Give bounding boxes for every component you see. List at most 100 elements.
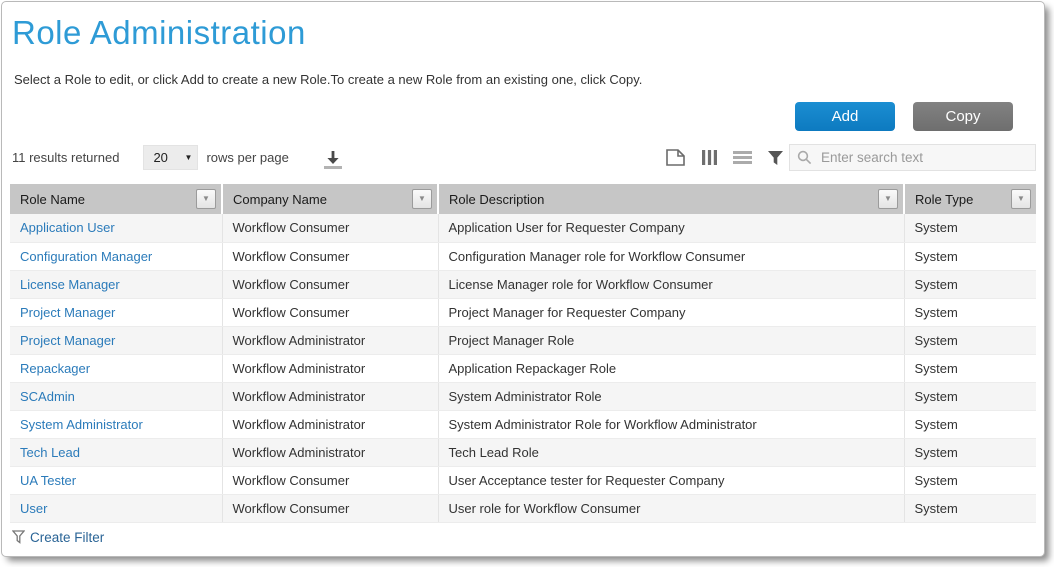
page-icon[interactable] <box>665 148 686 167</box>
column-header-label: Role Type <box>915 192 973 207</box>
role-name-link[interactable]: Configuration Manager <box>20 249 152 264</box>
cell-company-name: Workflow Administrator <box>222 410 438 438</box>
cell-role-type: System <box>904 354 1036 382</box>
table-row: Repackager Workflow AdministratorApplicat… <box>10 354 1036 382</box>
cell-role-description: System Administrator Role for Workflow A… <box>438 410 904 438</box>
column-menu-button[interactable]: ▼ <box>1011 189 1031 209</box>
column-header-company-name[interactable]: Company Name ▼ <box>222 184 438 214</box>
search-box <box>789 144 1036 171</box>
roles-table-header: Role Name ▼ Company Name ▼ Role Description ▼… <box>10 184 1036 214</box>
cell-company-name: Workflow Consumer <box>222 214 438 242</box>
cell-role-type: System <box>904 382 1036 410</box>
role-name-link[interactable]: Tech Lead <box>20 445 80 460</box>
results-count-text: 11 results returned <box>12 150 119 165</box>
table-row: Project ManagerWorkflow AdministratorPro… <box>10 326 1036 354</box>
roles-table: Role Name ▼ Company Name ▼ Role Description ▼… <box>10 184 1036 523</box>
cell-role-name: System Administrator <box>10 410 222 438</box>
cell-role-name: User <box>10 494 222 522</box>
rows-per-page-select[interactable]: 20 <box>143 145 198 170</box>
column-header-label: Role Name <box>20 192 85 207</box>
table-row: License Manager Workflow ConsumerLicense … <box>10 270 1036 298</box>
column-header-label: Role Description <box>449 192 544 207</box>
cell-role-name: SCAdmin <box>10 382 222 410</box>
table-row: Application User Workflow ConsumerApplica… <box>10 214 1036 242</box>
column-header-role-name[interactable]: Role Name ▼ <box>10 184 222 214</box>
cell-company-name: Workflow Administrator <box>222 354 438 382</box>
column-menu-button[interactable]: ▼ <box>196 189 216 209</box>
row-lines-icon[interactable] <box>733 150 752 165</box>
table-row: Tech Lead Workflow AdministratorTech Lead… <box>10 438 1036 466</box>
role-name-link[interactable]: User <box>20 501 47 516</box>
cell-role-description: System Administrator Role <box>438 382 904 410</box>
filter-funnel-icon[interactable] <box>767 150 784 166</box>
page-subtitle: Select a Role to edit, or click Add to c… <box>14 72 1044 87</box>
cell-role-name: Tech Lead <box>10 438 222 466</box>
table-row: UA Tester Workflow ConsumerUser Acceptanc… <box>10 466 1036 494</box>
cell-role-description: Application Repackager Role <box>438 354 904 382</box>
cell-role-description: Project Manager Role <box>438 326 904 354</box>
cell-role-description: User role for Workflow Consumer <box>438 494 904 522</box>
funnel-icon <box>12 530 25 544</box>
cell-role-name: Configuration Manager <box>10 242 222 270</box>
search-input[interactable] <box>789 144 1036 171</box>
role-name-link[interactable]: License Manager <box>20 277 120 292</box>
cell-role-type: System <box>904 214 1036 242</box>
cell-company-name: Workflow Administrator <box>222 382 438 410</box>
cell-company-name: Workflow Consumer <box>222 466 438 494</box>
action-buttons-row: Add Copy <box>2 102 1013 131</box>
cell-role-name: License Manager <box>10 270 222 298</box>
role-name-link[interactable]: Project Manager <box>20 333 115 348</box>
cell-company-name: Workflow Consumer <box>222 242 438 270</box>
role-name-link[interactable]: Repackager <box>20 361 90 376</box>
cell-role-name: Application User <box>10 214 222 242</box>
cell-role-description: Project Manager for Requester Company <box>438 298 904 326</box>
cell-role-name: Project Manager <box>10 298 222 326</box>
role-name-link[interactable]: UA Tester <box>20 473 76 488</box>
cell-role-name: Project Manager <box>10 326 222 354</box>
column-menu-button[interactable]: ▼ <box>412 189 432 209</box>
role-administration-page: Role Administration Select a Role to edi… <box>1 1 1045 557</box>
column-chooser-icon[interactable] <box>701 149 718 166</box>
cell-role-type: System <box>904 410 1036 438</box>
role-name-link[interactable]: System Administrator <box>20 417 143 432</box>
cell-role-type: System <box>904 494 1036 522</box>
cell-role-type: System <box>904 466 1036 494</box>
cell-role-description: Tech Lead Role <box>438 438 904 466</box>
table-row: User Workflow ConsumerUser role for Workf… <box>10 494 1036 522</box>
cell-role-type: System <box>904 326 1036 354</box>
cell-role-description: Configuration Manager role for Workflow … <box>438 242 904 270</box>
cell-company-name: Workflow Consumer <box>222 298 438 326</box>
cell-company-name: Workflow Consumer <box>222 270 438 298</box>
table-row: Configuration Manager Workflow ConsumerCo… <box>10 242 1036 270</box>
column-header-label: Company Name <box>233 192 327 207</box>
cell-company-name: Workflow Consumer <box>222 494 438 522</box>
role-name-link[interactable]: Application User <box>20 220 115 235</box>
copy-button[interactable]: Copy <box>913 102 1013 131</box>
role-name-link[interactable]: Project Manager <box>20 305 115 320</box>
create-filter-row: Create Filter <box>12 530 1044 545</box>
cell-role-type: System <box>904 270 1036 298</box>
table-row: Project Manager Workflow ConsumerProject … <box>10 298 1036 326</box>
cell-role-name: UA Tester <box>10 466 222 494</box>
cell-role-type: System <box>904 298 1036 326</box>
grid-view-icons <box>665 148 784 167</box>
cell-company-name: Workflow Administrator <box>222 438 438 466</box>
cell-role-type: System <box>904 438 1036 466</box>
create-filter-link[interactable]: Create Filter <box>30 530 104 545</box>
table-row: System Administrator Workflow Administrat… <box>10 410 1036 438</box>
add-button[interactable]: Add <box>795 102 895 131</box>
cell-role-description: License Manager role for Workflow Consum… <box>438 270 904 298</box>
page-title: Role Administration <box>12 14 1044 52</box>
rows-per-page-label: rows per page <box>206 150 288 165</box>
search-icon <box>797 150 812 165</box>
column-menu-button[interactable]: ▼ <box>878 189 898 209</box>
download-export-icon[interactable] <box>321 148 345 170</box>
column-header-role-description[interactable]: Role Description ▼ <box>438 184 904 214</box>
rows-per-page-select-wrap: 20 ▼ <box>143 145 198 170</box>
column-header-role-type[interactable]: Role Type ▼ <box>904 184 1036 214</box>
cell-role-type: System <box>904 242 1036 270</box>
role-name-link[interactable]: SCAdmin <box>20 389 75 404</box>
cell-role-description: User Acceptance tester for Requester Com… <box>438 466 904 494</box>
table-row: SCAdmin Workflow AdministratorSystem Admi… <box>10 382 1036 410</box>
cell-role-description: Application User for Requester Company <box>438 214 904 242</box>
